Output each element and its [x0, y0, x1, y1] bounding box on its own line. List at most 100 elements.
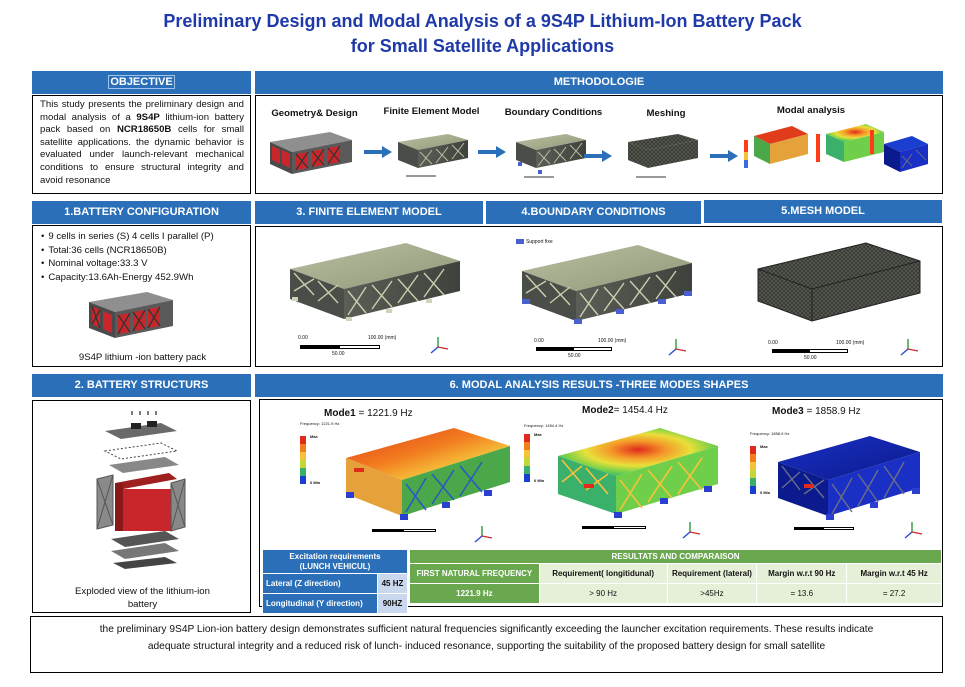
mode3-legend-max: Max [760, 444, 768, 449]
config-item: Total:36 cells (NCR18650B) [41, 244, 250, 258]
conclusion-line1: the preliminary 9S4P Lion-ion battery de… [99, 624, 874, 635]
axis-triad-icon [900, 339, 919, 356]
mode1-legend-bar [300, 436, 306, 484]
mesh-header: 5.MESH MODEL [704, 200, 942, 223]
flow-arrow [364, 146, 392, 158]
step-modal-label: Modal analysis [776, 105, 846, 116]
objective-header: OBJECTIVE [32, 71, 251, 94]
mode3-scale-bar [794, 527, 854, 530]
excitation-header-line2: (LUNCH VEHICUL) [299, 561, 371, 571]
fe-scale-mid: 100.00 (mm) [368, 335, 397, 341]
mesh-step-image [628, 134, 698, 178]
mode2-name: Mode2 [582, 405, 614, 416]
results-value: > 90 Hz [538, 583, 668, 604]
mesh-scale-bar [772, 349, 848, 353]
results-col-header: Margin w.r.t 45 Hz [846, 563, 942, 584]
boundary-image [522, 245, 692, 324]
mesh-scale-mid: 100.00 (mm) [836, 340, 865, 346]
modal-results-box: Mode1 = 1221.9 Hz Mode2= 1454.4 Hz Mode3… [259, 399, 943, 614]
flow-arrow [710, 150, 738, 162]
results-value: = 13.6 [756, 583, 848, 604]
results-col-header: Requirement( longitidunal) [538, 563, 668, 584]
boundary-step-image [516, 134, 586, 178]
mode1-legend-min: 0 Min [310, 480, 321, 485]
fe-model-header: 3. FINITE ELEMENT MODEL [255, 201, 483, 224]
battery-structure-header: 2. BATTERY STRUCTURS [32, 374, 251, 397]
axis-triad-icon [668, 339, 687, 356]
conclusion-box: the preliminary 9S4P Lion-ion battery de… [30, 616, 943, 673]
axis-triad-icon [430, 337, 449, 354]
results-value: = 27.2 [846, 583, 942, 604]
flow-arrow [478, 146, 506, 158]
mode2-scale-bar [582, 526, 646, 529]
mesh-image [757, 242, 921, 322]
mode1-scale-bar [372, 529, 436, 532]
axis-triad-icon [682, 522, 701, 539]
fe-scale-left: 0.00 [298, 335, 308, 341]
mode2-shape-image [558, 428, 718, 518]
config-item: Capacity:13.6Ah-Energy 452.9Wh [41, 271, 250, 285]
config-item: 9 cells in series (S) 4 cells I parallel… [41, 230, 250, 244]
battery-pack-caption: 9S4P lithium -ion battery pack [78, 352, 207, 363]
objective-box: This study presents the preliminary desi… [32, 95, 251, 194]
mode3-value: = 1858.9 Hz [806, 406, 861, 417]
battery-pack-image [89, 292, 173, 338]
fe-model-image [290, 243, 460, 321]
results-value: >45Hz [666, 583, 758, 604]
results-value: 1221.9 Hz [409, 583, 540, 604]
mode3-shape-image [778, 436, 920, 520]
excitation-row-value: 45 HZ [377, 573, 408, 594]
results-table: RESULTATS AND COMPARAISON FIRST NATURAL … [409, 549, 942, 604]
config-item: Nominal voltage:33.3 V [41, 257, 250, 271]
boundary-scale-bar [536, 347, 612, 351]
battery-config-list: 9 cells in series (S) 4 cells I parallel… [33, 226, 250, 284]
mode2-value: = 1454.4 Hz [613, 405, 668, 416]
methodology-header: METHODOLOGIE [255, 71, 943, 94]
excitation-table: Excitation requirements (LUNCH VEHICUL) … [262, 549, 408, 614]
mode1-legend-max: Max [310, 434, 318, 439]
fem-step-image [398, 134, 468, 177]
geometry-battery-image [270, 132, 352, 174]
poster-title-line2: for Small Satellite Applications [350, 36, 615, 56]
mesh-scale-left: 0.00 [768, 340, 778, 346]
mode1-sub: Frequency: 1221.9 Hz [300, 421, 340, 426]
flow-arrow [584, 150, 612, 162]
objective-text-bold: 9S4P [136, 111, 160, 123]
fe-scale-bar [300, 345, 380, 349]
battery-structure-box: Exploded view of the lithium-ion battery [32, 400, 251, 613]
step-boundary-label: Boundary Conditions [504, 107, 603, 118]
modal-step-image [744, 124, 928, 172]
mode1-name: Mode1 [324, 408, 356, 419]
results-col-header: FIRST NATURAL FREQUENCY [409, 563, 540, 584]
boundary-scale-left: 0.00 [534, 338, 544, 344]
excitation-row-label: Longitudinal (Y direction) [262, 593, 378, 614]
objective-text-bold: NCR18650B [116, 124, 172, 136]
boundary-scale-mid: 100.00 (mm) [598, 338, 627, 344]
mode2-label: Mode2= 1454.4 Hz [582, 405, 668, 416]
excitation-row-label: Lateral (Z direction) [262, 573, 378, 594]
boundary-header: 4.BOUNDARY CONDITIONS [486, 201, 701, 224]
conclusion-line2: adequate structural integrity and a redu… [147, 641, 826, 652]
modal-results-header: 6. MODAL ANALYSIS RESULTS -THREE MODES S… [255, 374, 943, 397]
mode3-label: Mode3 = 1858.9 Hz [772, 406, 861, 417]
step-fem-label: Finite Element Model [383, 106, 480, 117]
poster-title-line1: Preliminary Design and Modal Analysis of… [163, 11, 802, 31]
exploded-caption-line2: battery [127, 599, 158, 610]
results-header: RESULTATS AND COMPARAISON [409, 549, 942, 564]
exploded-caption-line1: Exploded view of the lithium-ion [75, 586, 210, 597]
mode3-legend-min: 0 Min [760, 490, 771, 495]
step-meshing-label: Meshing [646, 108, 686, 119]
mode1-value: = 1221.9 Hz [358, 408, 413, 419]
objective-text: This study presents the preliminary desi… [33, 96, 250, 187]
methodology-box: Geometry& Design Finite Element Model Bo… [255, 95, 943, 194]
excitation-row-value: 90HZ [377, 593, 408, 614]
axis-triad-icon [904, 522, 923, 539]
mode2-legend-max: Max [534, 432, 542, 437]
results-col-header: Margin w.r.t 90 Hz [756, 563, 848, 584]
mode2-legend-min: 0 Min [534, 478, 545, 483]
excitation-header: Excitation requirements (LUNCH VEHICUL) [262, 549, 408, 574]
boundary-scale-sub: 50.00 [568, 353, 581, 359]
mode1-label: Mode1 = 1221.9 Hz [324, 408, 413, 419]
results-col-header: Requirement (lateral) [666, 563, 758, 584]
mode1-shape-image [346, 428, 510, 520]
